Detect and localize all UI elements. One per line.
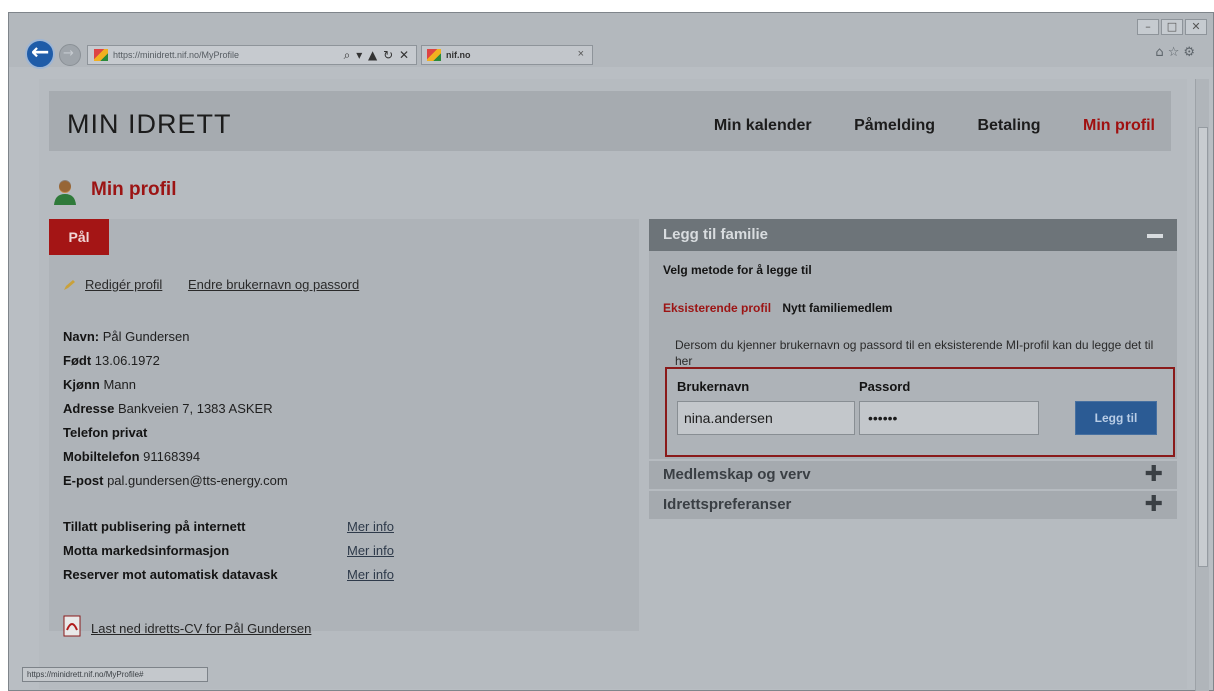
main-nav: Min kalender Påmelding Betaling Min prof… [676, 117, 1155, 135]
maximize-icon[interactable]: □ [1161, 19, 1183, 35]
home-icon[interactable]: ⌂ [1155, 45, 1167, 60]
favorites-icon[interactable]: ☆ [1168, 45, 1184, 60]
person-icon [54, 180, 76, 205]
change-credentials-link[interactable]: Endre brukernavn og passord [188, 277, 359, 292]
method-description: Dersom du kjenner brukernavn og passord … [675, 338, 1154, 368]
tab-existing-profile[interactable]: Eksisterende profil [663, 301, 771, 315]
family-panel: Legg til familie Velg metode for å legge… [649, 219, 1177, 519]
setting-row: Reserver mot automatisk datavask Mer info [63, 563, 423, 587]
settings-gear-icon[interactable]: ⚙ [1183, 45, 1199, 60]
password-input[interactable]: •••••• [859, 401, 1039, 435]
add-button[interactable]: Legg til [1075, 401, 1157, 435]
consent-settings: Tillatt publisering på internett Mer info… [63, 515, 423, 587]
site-logo[interactable]: MIN IDRETT [67, 109, 232, 140]
pencil-icon [64, 280, 75, 290]
pdf-icon [63, 615, 81, 637]
forward-icon[interactable] [59, 44, 81, 66]
close-window-icon[interactable]: ✕ [1185, 19, 1207, 35]
address-bar[interactable]: https://minidrett.nif.no/MyProfile ⌕ ▾ ▲… [87, 45, 417, 65]
username-label: Brukernavn [677, 379, 750, 394]
browser-toolbar: https://minidrett.nif.no/MyProfile ⌕ ▾ ▲… [9, 13, 1213, 69]
tab-close-icon[interactable]: × [578, 48, 584, 60]
nav-betaling[interactable]: Betaling [977, 117, 1040, 134]
nav-min-profil[interactable]: Min profil [1083, 117, 1155, 134]
setting-row: Motta markedsinformasjon Mer info [63, 539, 423, 563]
cv-download: Last ned idretts-CV for Pål Gundersen [63, 615, 311, 637]
back-icon[interactable] [25, 39, 55, 69]
more-info-link[interactable]: Mer info [347, 539, 394, 563]
add-existing-form: Brukernavn Passord nina.andersen •••••• … [665, 367, 1175, 457]
nav-pamelding[interactable]: Påmelding [854, 117, 935, 134]
nav-min-kalender[interactable]: Min kalender [714, 117, 812, 134]
download-cv-link[interactable]: Last ned idretts-CV for Pål Gundersen [91, 621, 311, 636]
tab-new-family-member[interactable]: Nytt familiemedlem [782, 301, 892, 315]
browser-window: https://minidrett.nif.no/MyProfile ⌕ ▾ ▲… [8, 12, 1214, 691]
profile-info: Navn: Pål Gundersen Født 13.06.1972 Kjøn… [63, 325, 288, 493]
tab-favicon-icon [427, 49, 441, 61]
minimize-icon[interactable]: – [1137, 19, 1159, 35]
field-mobiltelefon: Mobiltelefon 91168394 [63, 449, 201, 464]
field-fodt: Født 13.06.1972 [63, 353, 160, 368]
collapse-icon[interactable] [1147, 234, 1163, 238]
browser-tab[interactable]: nif.no × [421, 45, 593, 65]
site-favicon-icon [94, 49, 108, 61]
accordion-sport-preferences[interactable]: Idrettspreferanser ✚ [649, 491, 1177, 519]
setting-row: Tillatt publisering på internett Mer info [63, 515, 423, 539]
scrollbar[interactable] [1195, 79, 1209, 691]
password-label: Passord [859, 379, 911, 394]
username-input[interactable]: nina.andersen [677, 401, 855, 435]
field-kjonn: Kjønn Mann [63, 377, 136, 392]
method-title: Velg metode for å legge til [663, 263, 812, 277]
more-info-link[interactable]: Mer info [347, 515, 394, 539]
site-header: MIN IDRETT Min kalender Påmelding Betali… [49, 91, 1171, 151]
page-title: Min profil [91, 179, 177, 200]
address-actions-icon[interactable]: ⌕ ▾ ▲ ↻ ✕ [344, 48, 410, 63]
field-telefon-privat: Telefon privat [63, 425, 148, 440]
more-info-link[interactable]: Mer info [347, 563, 394, 587]
profile-name-tab[interactable]: Pål [49, 219, 109, 255]
browser-tools: ⌂☆⚙ [1155, 45, 1199, 60]
accordion-membership[interactable]: Medlemskap og verv ✚ [649, 461, 1177, 489]
tab-title[interactable]: nif.no [446, 50, 471, 60]
status-bar-url: https://minidrett.nif.no/MyProfile# [22, 667, 208, 682]
field-navn: Navn: Pål Gundersen [63, 329, 190, 344]
window-controls: – □ ✕ [1135, 19, 1207, 35]
scroll-thumb[interactable] [1198, 127, 1208, 567]
method-tabs: Eksisterende profil Nytt familiemedlem [663, 301, 892, 315]
profile-links: Redigér profil Endre brukernavn og passo… [63, 277, 359, 292]
page-content: MIN IDRETT Min kalender Påmelding Betali… [39, 79, 1187, 689]
field-epost: E-post pal.gundersen@tts-energy.com [63, 473, 288, 488]
address-url[interactable]: https://minidrett.nif.no/MyProfile [113, 50, 239, 60]
profile-panel: Pål Redigér profil Endre brukernavn og p… [49, 219, 639, 637]
edit-profile-link[interactable]: Redigér profil [85, 277, 162, 292]
field-adresse: Adresse Bankveien 7, 1383 ASKER [63, 401, 273, 416]
expand-icon[interactable]: ✚ [1145, 494, 1163, 516]
add-family-header[interactable]: Legg til familie [649, 219, 1177, 251]
add-family-body: Velg metode for å legge til Eksisterende… [649, 251, 1177, 459]
expand-icon[interactable]: ✚ [1145, 464, 1163, 486]
